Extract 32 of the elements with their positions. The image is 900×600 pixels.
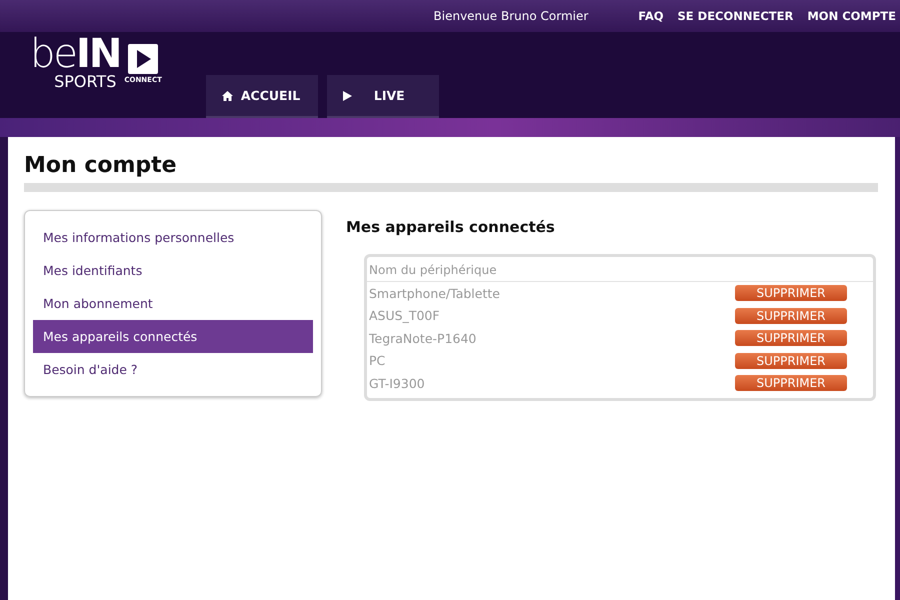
delete-button[interactable]: SUPPRIMER	[735, 375, 847, 392]
device-name: TegraNote-P1640	[369, 330, 476, 346]
welcome-text: Bienvenue Bruno Cormier	[434, 9, 588, 23]
sidebar-item[interactable]: Mon abonnement	[33, 287, 313, 320]
sidebar-item[interactable]: Mes identifiants	[33, 254, 313, 287]
sidebar-item[interactable]: Besoin d'aide ?	[33, 353, 313, 386]
delete-button[interactable]: SUPPRIMER	[735, 285, 847, 302]
sidebar-item[interactable]: Mes informations personnelles	[33, 221, 313, 254]
play-logo-icon	[128, 44, 158, 74]
delete-button[interactable]: SUPPRIMER	[735, 308, 847, 324]
delete-button[interactable]: SUPPRIMER	[735, 352, 847, 369]
delete-button[interactable]: SUPPRIMER	[735, 330, 847, 346]
logo-text: IN	[76, 34, 120, 74]
top-link[interactable]: SE DECONNECTER	[678, 9, 794, 23]
logo-text: be	[30, 34, 76, 74]
device-name: Smartphone/Tablette	[369, 286, 500, 301]
section-title: Mes appareils connectés	[346, 218, 556, 236]
tab-label: ACCUEIL	[240, 88, 300, 103]
play-icon	[342, 90, 352, 100]
page-title: Mon compte	[24, 152, 178, 180]
device-name: PC	[369, 353, 386, 368]
device-name: GT-I9300	[369, 376, 425, 391]
sidebar-item[interactable]: Mes appareils connectés	[33, 320, 313, 353]
home-icon	[222, 90, 233, 100]
device-name: ASUS_T00F	[369, 308, 440, 324]
tab-label: LIVE	[374, 88, 405, 103]
top-link[interactable]: MON COMPTE	[807, 9, 896, 23]
top-link[interactable]: FAQ	[638, 9, 664, 23]
nav-tab[interactable]: LIVE	[326, 75, 439, 118]
column-header: Nom du périphérique	[367, 259, 873, 282]
nav-tab[interactable]: ACCUEIL	[206, 75, 318, 118]
logo-text: SPORTS	[54, 74, 116, 90]
